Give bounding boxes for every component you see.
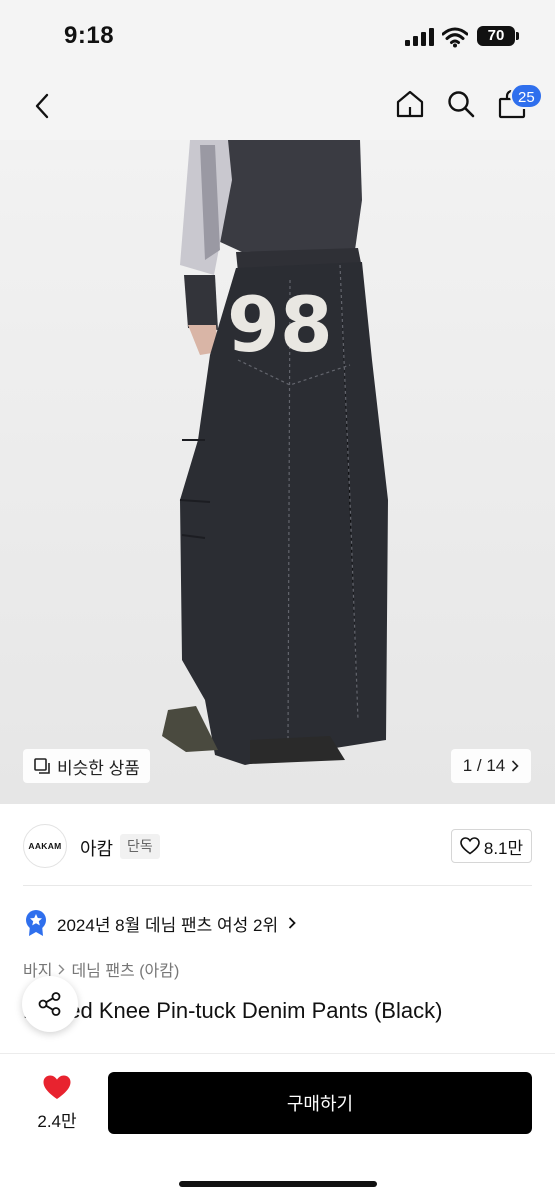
wishlist-button[interactable]: 2.4만 bbox=[28, 1074, 86, 1134]
status-time: 9:18 bbox=[64, 22, 115, 49]
image-counter-text: 1 / 14 bbox=[462, 756, 506, 775]
share-button[interactable] bbox=[22, 976, 78, 1032]
image-counter[interactable]: 1 / 14 bbox=[451, 749, 531, 783]
home-button[interactable] bbox=[390, 84, 430, 124]
brand-like-count: 8.1만 bbox=[483, 838, 524, 858]
signal-icon bbox=[405, 28, 435, 46]
divider bbox=[23, 885, 532, 886]
ranking-link[interactable]: 2024년 8월 데님 팬츠 여성 2위 bbox=[25, 909, 296, 937]
share-icon bbox=[38, 992, 61, 1016]
exclusive-badge: 단독 bbox=[120, 834, 160, 859]
back-button[interactable] bbox=[22, 86, 62, 126]
cart-count-badge: 25 bbox=[510, 83, 543, 109]
wifi-icon bbox=[442, 27, 468, 48]
similar-items-icon bbox=[34, 758, 50, 774]
chevron-right-icon bbox=[288, 917, 296, 929]
similar-products-label: 비슷한 상품 bbox=[57, 758, 140, 778]
buy-button[interactable]: 구매하기 bbox=[108, 1072, 532, 1134]
chevron-left-icon bbox=[35, 93, 49, 119]
product-photo: 98 bbox=[162, 140, 388, 765]
brand-logo[interactable]: AAKAM bbox=[23, 824, 67, 868]
jersey-number-text: 98 bbox=[227, 280, 333, 369]
search-button[interactable] bbox=[441, 84, 481, 124]
similar-products-button[interactable]: 비슷한 상품 bbox=[23, 749, 150, 783]
battery-indicator: 70 bbox=[477, 26, 519, 46]
breadcrumb-item-denim[interactable]: 데님 팬츠 (아캄) bbox=[71, 957, 179, 981]
status-bar: 9:18 70 bbox=[0, 0, 555, 72]
brand-like-button[interactable]: 8.1만 bbox=[451, 829, 532, 863]
home-icon bbox=[396, 90, 424, 118]
wishlist-count: 2.4만 bbox=[37, 1112, 77, 1131]
heart-filled-icon bbox=[43, 1075, 71, 1099]
product-title: Printed Knee Pin-tuck Denim Pants (Black… bbox=[23, 998, 443, 1023]
product-image[interactable]: 98 bbox=[0, 140, 555, 804]
chevron-right-icon bbox=[58, 964, 65, 974]
heart-outline-icon bbox=[460, 837, 480, 855]
search-icon bbox=[448, 91, 475, 118]
chevron-right-icon bbox=[512, 760, 519, 772]
top-nav bbox=[0, 72, 555, 140]
ranking-text: 2024년 8월 데님 팬츠 여성 2위 bbox=[57, 915, 279, 935]
brand-name[interactable]: 아캄 bbox=[80, 835, 113, 861]
ranking-medal-icon bbox=[26, 910, 46, 936]
home-indicator bbox=[179, 1181, 377, 1187]
